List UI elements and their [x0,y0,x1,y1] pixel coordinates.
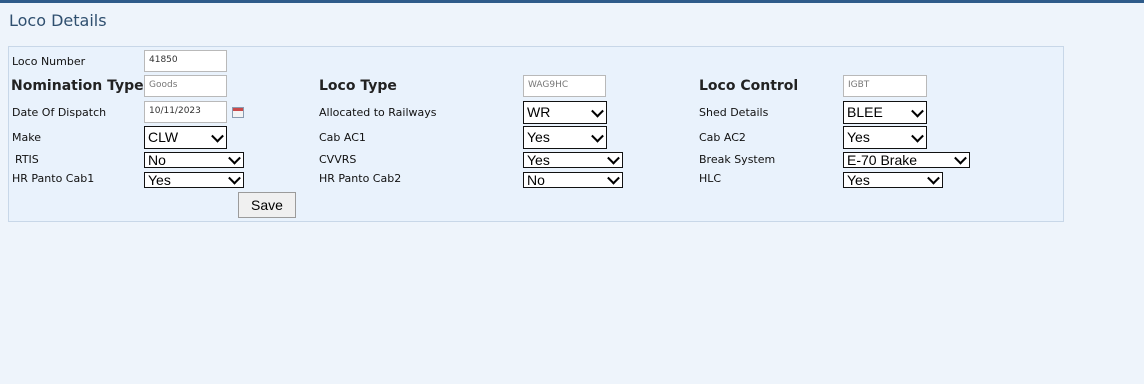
nomination-type-label: Nomination Type [11,78,144,94]
chevron-down-icon [228,173,241,185]
page-title: Loco Details [9,11,107,30]
chevron-down-icon [607,173,620,185]
hr-panto-cab1-select[interactable]: Yes [144,172,244,188]
break-system-select[interactable]: E-70 Brake [843,152,970,168]
make-value: CLW [148,129,179,145]
loco-control-label: Loco Control [699,78,799,94]
cab-ac2-label: Cab AC2 [699,131,746,144]
cab-ac1-label: Cab AC1 [319,131,366,144]
save-button[interactable]: Save [238,192,296,218]
chevron-down-icon [927,173,940,185]
rtis-label: RTIS [15,153,39,166]
shed-details-value: BLEE [847,104,883,120]
rtis-select[interactable]: No [144,152,244,168]
hr-panto-cab1-label: HR Panto Cab1 [12,172,95,185]
date-of-dispatch-input[interactable]: 10/11/2023 [144,101,227,123]
rtis-value: No [148,152,166,168]
hlc-label: HLC [699,172,722,185]
cab-ac2-select[interactable]: Yes [843,126,927,149]
chevron-down-icon [607,153,620,165]
hlc-value: Yes [847,172,870,188]
hr-panto-cab2-value: No [527,172,545,188]
chevron-down-icon [591,129,604,143]
chevron-down-icon [911,129,924,143]
loco-number-input[interactable]: 41850 [144,50,227,72]
chevron-down-icon [211,129,224,143]
shed-details-label: Shed Details [699,106,769,119]
break-system-label: Break System [699,153,776,166]
break-system-value: E-70 Brake [847,152,918,168]
allocated-to-railways-label: Allocated to Railways [319,106,437,119]
cvvrs-label: CVVRS [319,153,357,166]
date-of-dispatch-label: Date Of Dispatch [12,106,107,119]
nomination-type-input[interactable]: Goods [144,75,227,97]
calendar-icon[interactable] [232,107,244,118]
shed-details-select[interactable]: BLEE [843,101,927,124]
loco-type-input[interactable]: WAG9HC [523,75,606,97]
hr-panto-cab2-label: HR Panto Cab2 [319,172,402,185]
loco-number-label: Loco Number [12,55,86,68]
chevron-down-icon [911,104,924,118]
chevron-down-icon [954,153,967,165]
hlc-select[interactable]: Yes [843,172,943,188]
hr-panto-cab2-select[interactable]: No [523,172,623,188]
hr-panto-cab1-value: Yes [148,172,171,188]
loco-control-input[interactable]: IGBT [843,75,927,97]
cvvrs-select[interactable]: Yes [523,152,623,168]
chevron-down-icon [228,153,241,165]
chevron-down-icon [591,104,604,118]
cab-ac2-value: Yes [847,129,870,145]
allocated-to-railways-value: WR [527,104,551,120]
cvvrs-value: Yes [527,152,550,168]
make-label: Make [12,131,41,144]
cab-ac1-select[interactable]: Yes [523,126,607,149]
make-select[interactable]: CLW [144,126,227,149]
allocated-to-railways-select[interactable]: WR [523,101,607,124]
cab-ac1-value: Yes [527,129,550,145]
loco-type-label: Loco Type [319,78,397,94]
top-accent-bar [0,0,1144,3]
